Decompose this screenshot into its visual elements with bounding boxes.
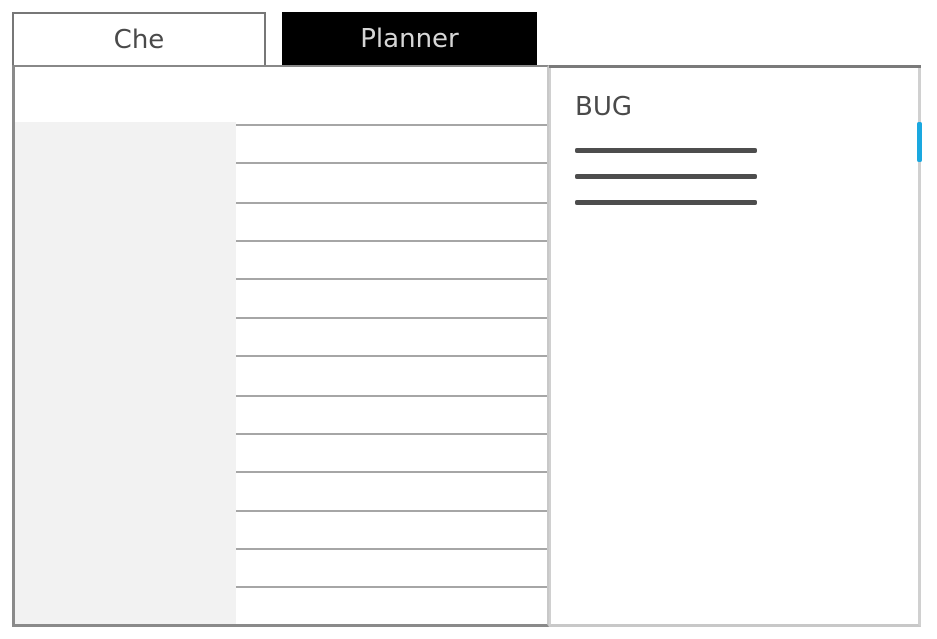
list-item[interactable]	[236, 435, 547, 471]
panel-title: BUG	[575, 92, 633, 122]
list-item[interactable]	[236, 357, 547, 395]
side-pane	[15, 122, 236, 624]
list-item[interactable]	[236, 588, 547, 624]
menu-bar	[575, 148, 757, 153]
tab-che-label: Che	[113, 24, 165, 55]
menu-bar	[575, 174, 757, 179]
list-item[interactable]	[236, 126, 547, 162]
scrollbar-thumb[interactable]	[917, 122, 922, 162]
list-item[interactable]	[236, 550, 547, 586]
menu-bar	[575, 200, 757, 205]
detail-panel: BUG	[549, 68, 921, 627]
list-item[interactable]	[236, 319, 547, 355]
tab-che[interactable]: Che	[12, 12, 266, 65]
list-item[interactable]	[236, 512, 547, 548]
hamburger-menu-icon[interactable]	[575, 148, 757, 208]
list-item[interactable]	[236, 242, 547, 278]
list-item[interactable]	[236, 473, 547, 510]
row-list	[236, 0, 547, 639]
list-item[interactable]	[236, 280, 547, 317]
list-item[interactable]	[236, 164, 547, 202]
list-item[interactable]	[236, 397, 547, 433]
list-item[interactable]	[236, 204, 547, 240]
